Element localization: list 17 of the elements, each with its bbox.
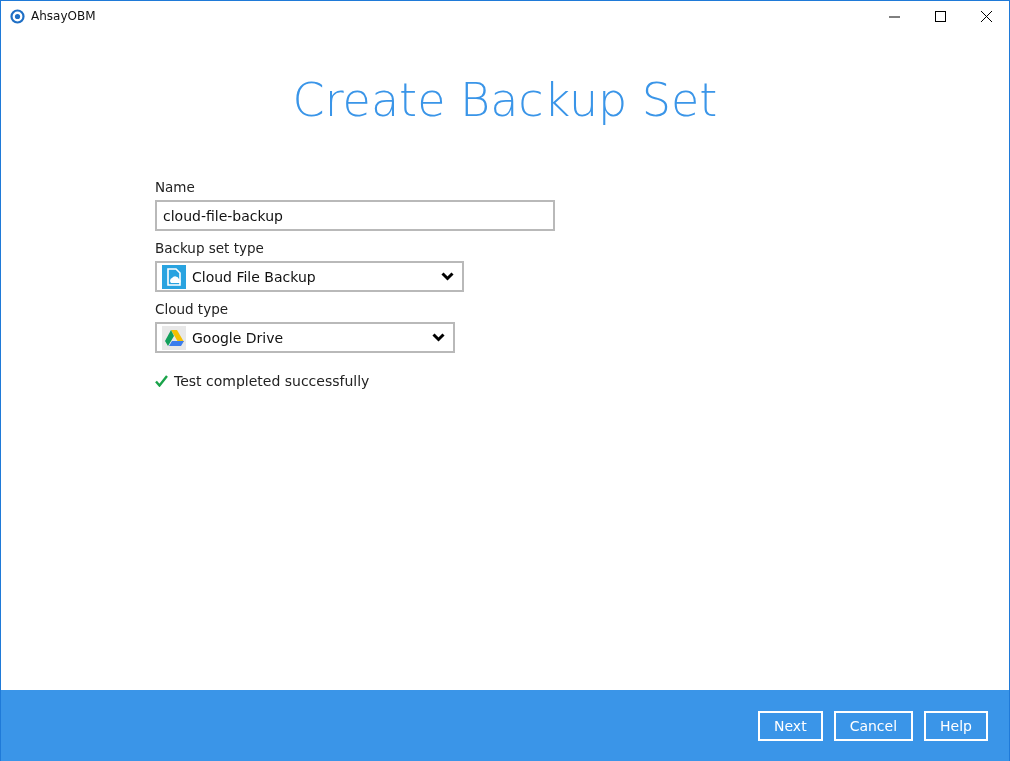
window-title: AhsayOBM [31, 9, 96, 23]
drive-logo-icon [162, 325, 186, 350]
chevron-down-icon [432, 333, 445, 342]
name-input[interactable]: cloud-file-backup [155, 200, 555, 231]
maximize-icon[interactable] [934, 10, 946, 22]
cloud-file-icon [162, 264, 186, 289]
field-label: Cloud type [155, 301, 229, 317]
field-label: Name [155, 179, 196, 195]
app-logo-icon [10, 8, 25, 24]
status-message: Test completed successfully [174, 373, 370, 389]
type-dropdown[interactable]: Google Drive [155, 322, 455, 353]
page-heading: Create Backup Set [291, 73, 719, 127]
chevron-down-icon [441, 272, 454, 281]
close-icon[interactable] [980, 10, 992, 22]
checkmark-icon [155, 375, 168, 387]
field-label: Backup set type [155, 240, 265, 256]
type-dropdown[interactable]: Cloud File Backup [155, 261, 464, 292]
